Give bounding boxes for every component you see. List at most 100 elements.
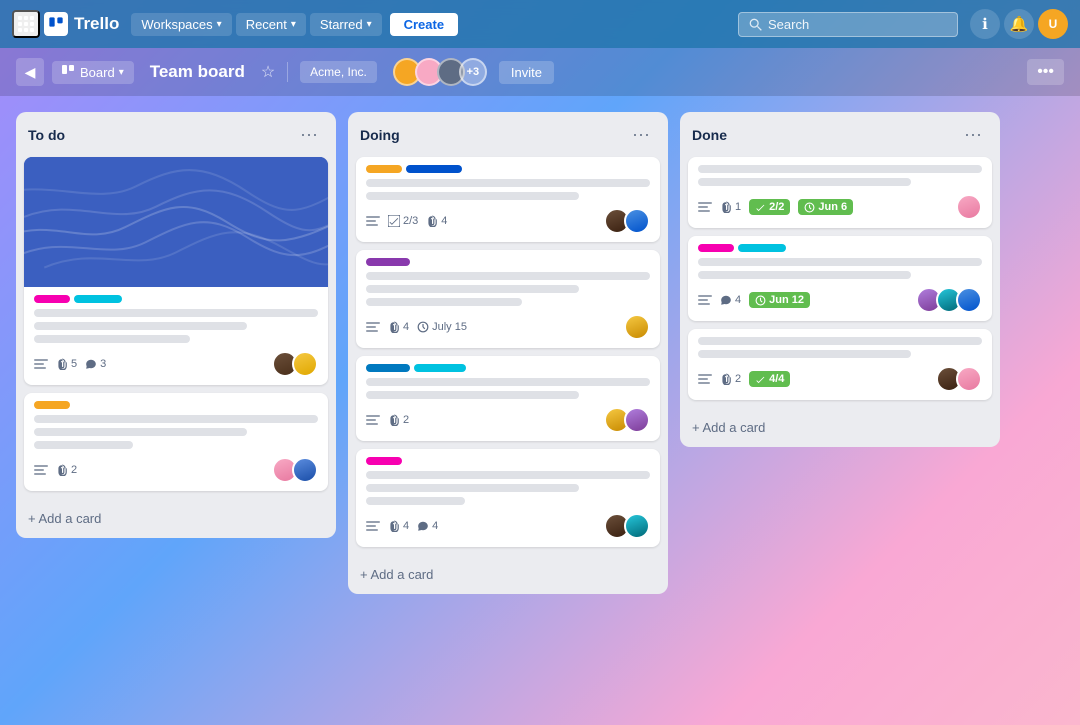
add-card-button-todo[interactable]: + Add a card bbox=[16, 503, 336, 534]
more-options-button[interactable]: ••• bbox=[1027, 59, 1064, 85]
card-footer-left: 5 3 bbox=[34, 358, 264, 370]
create-button[interactable]: Create bbox=[390, 13, 458, 36]
trello-logo[interactable]: Trello bbox=[44, 12, 119, 36]
notifications-button[interactable]: 🔔 bbox=[1004, 9, 1034, 39]
attach-icon bbox=[56, 464, 68, 476]
card-text-line bbox=[34, 309, 318, 317]
invite-button[interactable]: Invite bbox=[499, 61, 554, 84]
card-avatars bbox=[272, 351, 318, 377]
card-avatars bbox=[604, 208, 650, 234]
attach-icon bbox=[388, 321, 400, 333]
workspace-button[interactable]: Acme, Inc. bbox=[300, 61, 377, 83]
attach-icon bbox=[720, 201, 732, 213]
attach-icon bbox=[426, 215, 438, 227]
attach-icon bbox=[720, 373, 732, 385]
search-bar[interactable]: Search bbox=[738, 12, 958, 37]
top-navigation: Trello Workspaces ▾ Recent ▾ Starred ▾ C… bbox=[0, 0, 1080, 48]
column-todo-menu-button[interactable]: ··· bbox=[294, 122, 324, 147]
card-avatar-pink3[interactable] bbox=[956, 366, 982, 392]
board-subheader: ◀ Board ▾ Team board ☆ Acme, Inc. +3 Inv… bbox=[0, 48, 1080, 96]
card-avatar-pink2[interactable] bbox=[956, 194, 982, 220]
card-avatar-purple[interactable] bbox=[624, 407, 650, 433]
card-avatars bbox=[936, 366, 982, 392]
column-todo: To do ··· bbox=[16, 112, 336, 538]
card-footer: 5 3 bbox=[34, 351, 318, 377]
card-footer: 1 2/2 Jun 6 bbox=[698, 194, 982, 220]
card-todo-2[interactable]: 2 bbox=[24, 393, 328, 491]
hamburger-icon bbox=[698, 202, 712, 212]
star-button[interactable]: ☆ bbox=[261, 62, 275, 82]
add-card-button-done[interactable]: + Add a card bbox=[680, 412, 1000, 443]
column-done-body: 1 2/2 Jun 6 bbox=[680, 153, 1000, 412]
board-area: To do ··· bbox=[0, 96, 1080, 725]
card-text-line bbox=[366, 484, 579, 492]
recent-button[interactable]: Recent ▾ bbox=[236, 13, 306, 36]
card-done-2[interactable]: 4 Jun 12 bbox=[688, 236, 992, 321]
card-avatar-yellow[interactable] bbox=[292, 351, 318, 377]
hamburger-icon bbox=[698, 374, 712, 384]
info-button[interactable]: ℹ bbox=[970, 9, 1000, 39]
check-icon bbox=[755, 374, 766, 385]
user-avatar[interactable]: U bbox=[1038, 9, 1068, 39]
hamburger-icon bbox=[366, 521, 380, 531]
card-text-line bbox=[366, 192, 579, 200]
card-text-line bbox=[34, 322, 247, 330]
column-done: Done ··· 1 2/2 bbox=[680, 112, 1000, 447]
board-view-button[interactable]: Board ▾ bbox=[52, 61, 134, 84]
separator bbox=[287, 62, 288, 82]
card-text-line bbox=[366, 298, 522, 306]
card-doing-4[interactable]: 4 4 bbox=[356, 449, 660, 547]
card-footer: 2/3 4 bbox=[366, 208, 650, 234]
collapse-sidebar-button[interactable]: ◀ bbox=[16, 58, 44, 86]
card-meta-attach: 2 bbox=[56, 464, 77, 476]
badge-checklist: 2/2 bbox=[749, 199, 790, 215]
card-avatar-blue[interactable] bbox=[624, 208, 650, 234]
card-meta-attach: 5 bbox=[56, 358, 77, 370]
column-doing: Doing ··· 2/3 bbox=[348, 112, 668, 594]
card-avatar-yellow[interactable] bbox=[624, 314, 650, 340]
hamburger-icon bbox=[366, 216, 380, 226]
card-footer: 2 4/4 bbox=[698, 366, 982, 392]
card-done-3[interactable]: 2 4/4 bbox=[688, 329, 992, 400]
card-todo-1[interactable]: 5 3 bbox=[24, 157, 328, 385]
card-doing-1[interactable]: 2/3 4 bbox=[356, 157, 660, 242]
card-avatar-blue[interactable] bbox=[292, 457, 318, 483]
card-avatars bbox=[604, 513, 650, 539]
card-meta-attach: 1 bbox=[720, 201, 741, 213]
label-teal bbox=[414, 364, 466, 372]
card-cover bbox=[24, 157, 328, 287]
card-doing-2[interactable]: 4 July 15 bbox=[356, 250, 660, 348]
board-view-icon bbox=[62, 65, 76, 79]
column-doing-menu-button[interactable]: ··· bbox=[626, 122, 656, 147]
card-labels bbox=[698, 244, 982, 252]
card-doing-3[interactable]: 2 bbox=[356, 356, 660, 441]
card-avatar-blue2[interactable] bbox=[956, 287, 982, 313]
card-text-line bbox=[34, 335, 190, 343]
card-labels bbox=[34, 295, 318, 303]
column-todo-body: 5 3 bbox=[16, 153, 336, 503]
card-footer: 4 Jun 12 bbox=[698, 287, 982, 313]
starred-button[interactable]: Starred ▾ bbox=[310, 13, 382, 36]
card-footer: 4 July 15 bbox=[366, 314, 650, 340]
card-text-line bbox=[698, 258, 982, 266]
grid-menu-button[interactable] bbox=[12, 10, 40, 38]
column-todo-header: To do ··· bbox=[16, 112, 336, 153]
card-text-line bbox=[34, 415, 318, 423]
card-avatar-teal[interactable] bbox=[624, 513, 650, 539]
card-done-1[interactable]: 1 2/2 Jun 6 bbox=[688, 157, 992, 228]
column-done-menu-button[interactable]: ··· bbox=[958, 122, 988, 147]
card-meta-attach: 4 bbox=[388, 520, 409, 532]
card-text-line bbox=[366, 471, 650, 479]
column-doing-body: 2/3 4 bbox=[348, 153, 668, 559]
card-meta-attach: 2 bbox=[388, 414, 409, 426]
clock-icon bbox=[804, 202, 815, 213]
label-pink bbox=[34, 295, 70, 303]
member-count[interactable]: +3 bbox=[459, 58, 487, 86]
card-labels bbox=[366, 258, 650, 266]
add-card-button-doing[interactable]: + Add a card bbox=[348, 559, 668, 590]
card-footer: 2 bbox=[34, 457, 318, 483]
card-meta-attach: 4 bbox=[426, 215, 447, 227]
workspaces-button[interactable]: Workspaces ▾ bbox=[131, 13, 231, 36]
checklist-icon bbox=[388, 215, 400, 227]
label-blue bbox=[366, 364, 410, 372]
